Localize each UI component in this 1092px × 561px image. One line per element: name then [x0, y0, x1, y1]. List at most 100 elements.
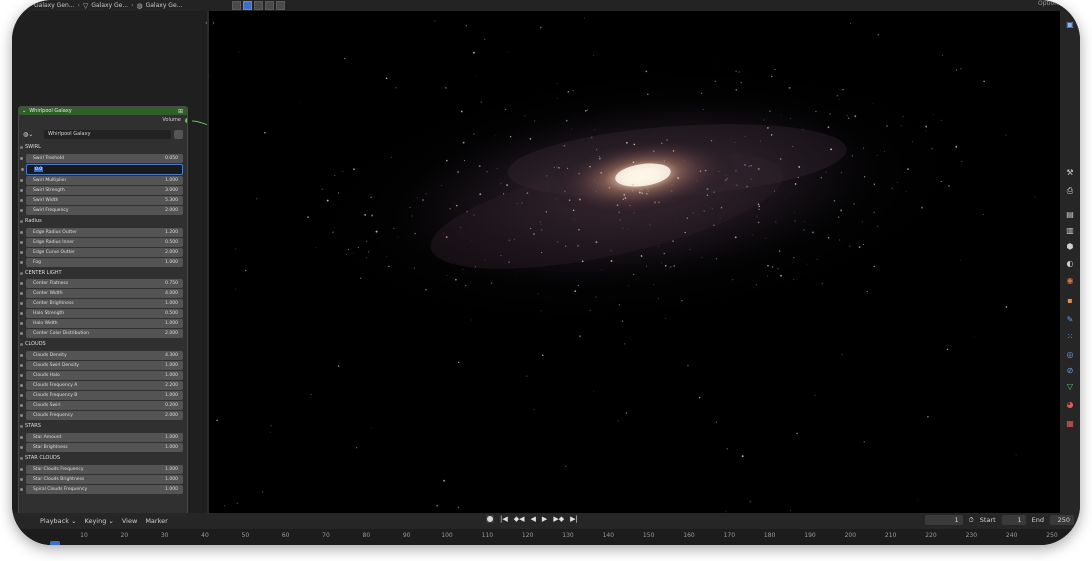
- volume-output-socket[interactable]: [185, 118, 187, 123]
- select-tool-icon[interactable]: [232, 1, 241, 10]
- physics-icon[interactable]: ◎: [1066, 351, 1074, 359]
- next-keyframe-icon[interactable]: ▶◆: [553, 515, 564, 523]
- play-reverse-icon[interactable]: ◀: [531, 515, 536, 523]
- value-slider-field[interactable]: Swirl Multiplier 1.000: [20, 175, 183, 185]
- node-header[interactable]: ⌄ Whirlpool Galaxy ⊞: [19, 107, 187, 115]
- star: [541, 251, 543, 254]
- jump-end-icon[interactable]: ▶|: [570, 515, 578, 523]
- star: [851, 155, 853, 157]
- record-keyframe-button[interactable]: [486, 515, 494, 523]
- 3d-viewport[interactable]: ›: [207, 11, 1060, 513]
- star: [672, 150, 675, 152]
- star: [572, 90, 574, 92]
- select-subtract-icon[interactable]: [265, 1, 274, 10]
- current-frame-field[interactable]: 1: [924, 515, 963, 525]
- output-icon[interactable]: ▤: [1066, 211, 1074, 219]
- node-group-picker-icon[interactable]: ◍⌄: [23, 130, 41, 139]
- value-slider-field[interactable]: Center Flatness 0.750: [20, 279, 183, 289]
- value-slider-field[interactable]: Star Clouds Brightness 1.000: [20, 474, 183, 484]
- ruler-tick-label: 220: [925, 532, 937, 539]
- material-icon[interactable]: ◕: [1066, 401, 1074, 409]
- breadcrumb-item-object[interactable]: Galaxy Ge...: [91, 2, 128, 9]
- value-slider-field[interactable]: Clouds Density 4.300: [20, 351, 183, 361]
- star: [326, 199, 329, 202]
- value-slider-field[interactable]: Edge Curve Outter 2.000: [20, 247, 183, 257]
- prev-keyframe-icon[interactable]: ◆◀: [514, 515, 525, 523]
- texture-icon[interactable]: ▦: [1066, 420, 1074, 428]
- star: [332, 231, 334, 233]
- start-frame-field[interactable]: 1: [1001, 515, 1026, 525]
- field-editing-input[interactable]: 0.0: [21, 163, 183, 175]
- timeline-menu-item[interactable]: Marker: [145, 517, 167, 525]
- value-slider-field[interactable]: Fog 1.000: [20, 257, 183, 267]
- jump-start-icon[interactable]: |◀: [500, 515, 508, 523]
- render-icon[interactable]: ⎙: [1066, 187, 1074, 195]
- value-slider-field[interactable]: Halo Width 1.000: [20, 319, 183, 329]
- options-menu[interactable]: Option: [1038, 0, 1058, 7]
- value-slider-field[interactable]: Swirl Frequency 2.000: [20, 205, 183, 215]
- galaxy-shader-node[interactable]: ⌄ Whirlpool Galaxy ⊞ Volume ◍⌄ Whirlpool…: [18, 106, 188, 514]
- ruler-tick-label: 80: [362, 532, 371, 539]
- stopwatch-icon[interactable]: ⏱: [969, 516, 974, 525]
- data-triangle-icon[interactable]: ▽: [1066, 383, 1074, 391]
- star: [395, 87, 397, 89]
- value-slider-field[interactable]: Center Brightness 1.000: [20, 299, 183, 309]
- star: [663, 252, 665, 255]
- value-slider-field[interactable]: Clouds Halo 1.000: [20, 371, 183, 381]
- value-slider-field[interactable]: Edge Radius Inner 0.500: [20, 237, 183, 247]
- world-tab-icon[interactable]: ◐: [1066, 260, 1074, 268]
- select-invert-icon[interactable]: [276, 1, 285, 10]
- star: [466, 210, 468, 213]
- value-slider-field[interactable]: Edge Radius Outter 1.200: [20, 227, 183, 237]
- value-slider-field[interactable]: Clouds Swirl 0.200: [20, 401, 183, 411]
- particles-icon[interactable]: ⁙: [1066, 333, 1074, 341]
- value-slider-field[interactable]: Center Color Distribution 2.000: [20, 329, 183, 339]
- star: [641, 192, 643, 194]
- collection-icon[interactable]: ◉: [1066, 277, 1074, 285]
- modifier-wrench-icon[interactable]: ✎: [1066, 316, 1074, 324]
- star: [960, 259, 961, 261]
- value-slider-field[interactable]: Spiral Clouds Frequency 1.000: [20, 484, 183, 494]
- scene-icon[interactable]: ⬢: [1066, 243, 1074, 251]
- value-slider-field[interactable]: Clouds Frequency 2.000: [20, 411, 183, 421]
- value-slider-field[interactable]: Clouds Frequency A 2.200: [20, 381, 183, 391]
- star: [356, 447, 358, 449]
- value-slider-field[interactable]: Swirl Width 5.300: [20, 195, 183, 205]
- end-frame-field[interactable]: 250: [1050, 515, 1074, 525]
- value-slider-field[interactable]: Halo Strength 0.500: [20, 309, 183, 319]
- value-slider-field[interactable]: Clouds Frequency B 1.000: [20, 391, 183, 401]
- star: [840, 172, 842, 174]
- star: [440, 184, 442, 186]
- field-label: Star Amount: [33, 435, 62, 441]
- fake-user-button[interactable]: [174, 129, 183, 139]
- value-slider-field[interactable]: Center Width 4.000: [20, 289, 183, 299]
- timeline-menu-item[interactable]: Playback ⌄: [40, 517, 77, 525]
- select-box-icon[interactable]: [243, 1, 252, 10]
- breadcrumb-item-world[interactable]: Galaxy Ge...: [146, 2, 183, 9]
- node-group-icon[interactable]: ⊞: [178, 108, 183, 115]
- value-slider-field[interactable]: Star Brightness 1.000: [20, 443, 183, 453]
- timeline-menu-item[interactable]: View: [122, 517, 137, 525]
- object-icon[interactable]: ▪: [1066, 297, 1074, 305]
- value-slider-field[interactable]: Swirl Strength 3.000: [20, 185, 183, 195]
- playhead[interactable]: [50, 541, 60, 545]
- star: [385, 77, 388, 80]
- value-slider-field[interactable]: Swirl Treshold 0.050: [20, 153, 183, 163]
- select-extend-icon[interactable]: [254, 1, 263, 10]
- play-icon[interactable]: ▶: [542, 515, 547, 523]
- frame-ruler[interactable]: 10 20 30 40 50 60 70 80 90 100 110 120 130 140 150 160 1…: [12, 529, 1080, 545]
- breadcrumb-item-scene[interactable]: Galaxy Gen...: [34, 2, 75, 9]
- tool-icon[interactable]: ⚒: [1066, 169, 1074, 177]
- toolbar-toggle-icon[interactable]: ›: [212, 19, 215, 27]
- value-slider-field[interactable]: Star Amount 1.000: [20, 433, 183, 443]
- value-slider-field[interactable]: Star Clouds Frequency 1.000: [20, 464, 183, 474]
- star: [780, 158, 782, 160]
- star: [416, 197, 418, 199]
- view-layer-icon[interactable]: ▥: [1066, 227, 1074, 235]
- timeline-menu-item[interactable]: Keying ⌄: [85, 517, 114, 525]
- camera-view-icon[interactable]: ▣: [1066, 21, 1074, 29]
- value-slider-field[interactable]: Clouds Swirl Density 1.000: [20, 361, 183, 371]
- datablock-name-field[interactable]: Whirlpool Galaxy: [44, 129, 171, 139]
- constraints-icon[interactable]: ⊘: [1066, 367, 1074, 375]
- collapse-chevron-icon[interactable]: ⌄: [22, 108, 26, 114]
